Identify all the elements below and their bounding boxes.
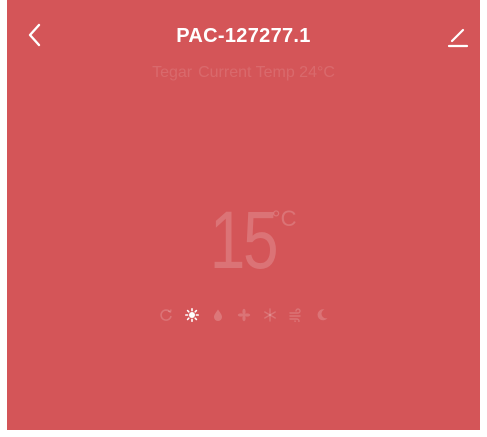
wind-mode-icon <box>288 308 301 322</box>
drop-mode-icon <box>213 309 222 321</box>
sun-mode-icon <box>184 308 199 322</box>
fan-mode-icon <box>237 308 250 322</box>
mode-selector <box>7 306 480 324</box>
current-temp-text: Current Temp 24°C <box>198 64 335 81</box>
mode-heat[interactable] <box>183 306 201 324</box>
mode-dry[interactable] <box>209 306 227 324</box>
current-temperature-status: Tegar Current Temp 24°C <box>7 64 480 82</box>
snowflake-mode-icon <box>263 308 276 322</box>
set-temp-value: 15 <box>209 195 278 286</box>
pencil-icon <box>447 28 469 48</box>
moon-mode-icon <box>317 309 327 321</box>
device-title: PAC-127277.1 <box>176 25 311 47</box>
target-label: Tegar <box>152 64 193 81</box>
mode-cool[interactable] <box>261 306 279 324</box>
thermostat-screen: PAC-127277.1 Tegar Current Temp 24°C 15°C <box>7 0 480 430</box>
mode-sleep[interactable] <box>313 306 331 324</box>
mode-auto[interactable] <box>157 306 175 324</box>
mode-fan[interactable] <box>235 306 253 324</box>
set-temperature-display: 15°C <box>7 200 480 282</box>
auto-mode-icon <box>159 309 172 321</box>
edit-button[interactable] <box>446 24 470 48</box>
mode-wind[interactable] <box>287 306 305 324</box>
